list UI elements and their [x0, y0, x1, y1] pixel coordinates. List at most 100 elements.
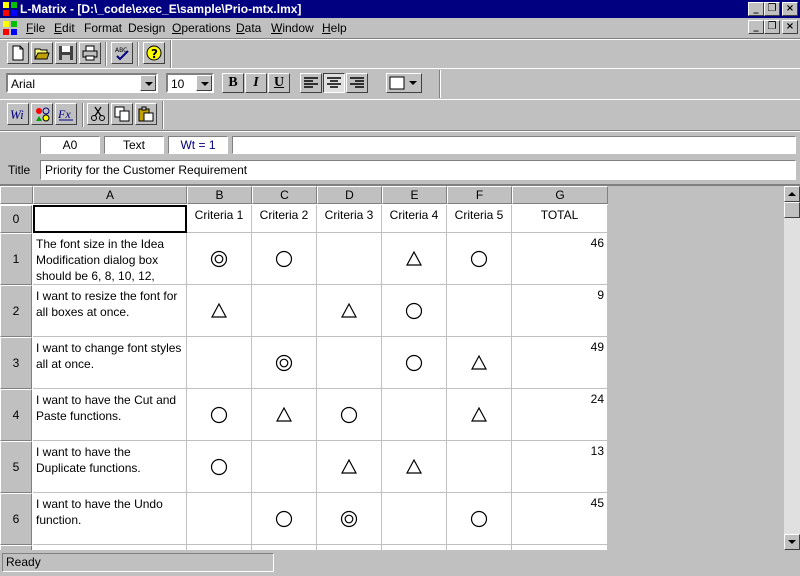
row-header[interactable]: 6 — [0, 493, 32, 545]
menu-file[interactable]: File — [26, 21, 45, 35]
matrix-cell[interactable] — [447, 337, 512, 389]
matrix-cell[interactable] — [187, 233, 252, 285]
child-restore-button[interactable]: ❐ — [764, 20, 780, 34]
align-right-button[interactable] — [346, 73, 368, 93]
matrix-cell[interactable] — [187, 389, 252, 441]
new-file-button[interactable] — [7, 42, 29, 64]
child-close-button[interactable]: × — [782, 20, 798, 34]
align-left-button[interactable] — [300, 73, 322, 93]
symbol-button[interactable] — [31, 103, 53, 125]
menu-help[interactable]: Help — [322, 21, 347, 35]
size-dropdown-arrow-icon[interactable] — [196, 75, 212, 91]
font-dropdown-arrow-icon[interactable] — [140, 75, 156, 91]
column-header-b[interactable]: B — [187, 186, 252, 204]
row-header[interactable]: 3 — [0, 337, 32, 389]
open-button[interactable] — [31, 42, 53, 64]
matrix-cell[interactable] — [317, 233, 382, 285]
child-minimize-button[interactable]: _ — [748, 20, 764, 34]
close-button[interactable]: × — [782, 2, 798, 16]
weight-field[interactable]: Wt = 1 — [168, 136, 228, 154]
app-icon[interactable] — [2, 1, 18, 17]
matrix-cell[interactable] — [382, 285, 447, 337]
matrix-cell[interactable] — [382, 389, 447, 441]
print-button[interactable] — [79, 42, 101, 64]
menu-window[interactable]: Window — [271, 21, 314, 35]
matrix-cell[interactable] — [382, 441, 447, 493]
spellcheck-button[interactable]: ABC — [111, 42, 133, 64]
color-picker-button[interactable] — [386, 73, 422, 93]
criteria-header-cell[interactable]: TOTAL — [512, 205, 608, 233]
selected-cell[interactable] — [33, 205, 187, 233]
criteria-header-cell[interactable]: Criteria 1 — [187, 205, 252, 233]
title-input[interactable]: Priority for the Customer Requirement — [40, 160, 796, 180]
matrix-cell[interactable] — [447, 441, 512, 493]
cell-type-field[interactable]: Text — [104, 136, 164, 154]
column-header-c[interactable]: C — [252, 186, 317, 204]
matrix-cell[interactable] — [187, 285, 252, 337]
column-header-g[interactable]: G — [512, 186, 608, 204]
matrix-cell[interactable] — [447, 233, 512, 285]
cell-reference-field[interactable]: A0 — [40, 136, 100, 154]
matrix-cell[interactable] — [382, 233, 447, 285]
requirement-cell[interactable]: The font size in the Idea Modification d… — [33, 233, 187, 285]
total-cell[interactable]: 9 — [512, 285, 608, 337]
matrix-cell[interactable] — [317, 285, 382, 337]
corner-header[interactable] — [0, 186, 33, 204]
criteria-header-cell[interactable]: Criteria 5 — [447, 205, 512, 233]
matrix-cell[interactable] — [187, 493, 252, 545]
menu-data[interactable]: Data — [236, 21, 261, 35]
matrix-cell[interactable] — [252, 493, 317, 545]
formula-field[interactable] — [232, 136, 796, 154]
formula-button[interactable]: Fx — [55, 103, 77, 125]
matrix-cell[interactable] — [382, 493, 447, 545]
restore-button[interactable]: ❐ — [764, 2, 780, 16]
matrix-cell[interactable] — [317, 337, 382, 389]
criteria-header-cell[interactable]: Criteria 2 — [252, 205, 317, 233]
matrix-cell[interactable] — [187, 441, 252, 493]
total-cell[interactable]: 45 — [512, 493, 608, 545]
column-header-a[interactable]: A — [33, 186, 187, 204]
column-header-e[interactable]: E — [382, 186, 447, 204]
italic-button[interactable]: I — [245, 73, 267, 93]
scroll-thumb[interactable] — [784, 202, 800, 218]
column-header-d[interactable]: D — [317, 186, 382, 204]
menu-format[interactable]: Format — [84, 21, 122, 35]
matrix-cell[interactable] — [382, 337, 447, 389]
criteria-header-cell[interactable]: Criteria 3 — [317, 205, 382, 233]
requirement-cell[interactable]: I want to have the Undo function. — [33, 493, 187, 545]
matrix-cell[interactable] — [252, 285, 317, 337]
document-icon[interactable] — [2, 20, 18, 36]
total-cell[interactable]: 13 — [512, 441, 608, 493]
cut-button[interactable] — [87, 103, 109, 125]
matrix-cell[interactable] — [187, 337, 252, 389]
menu-edit[interactable]: Edit — [54, 21, 75, 35]
matrix-cell[interactable] — [317, 441, 382, 493]
row-header[interactable]: 1 — [0, 233, 32, 285]
row-header[interactable]: 4 — [0, 389, 32, 441]
scroll-down-button[interactable] — [784, 534, 800, 550]
minimize-button[interactable]: _ — [748, 2, 764, 16]
requirement-cell[interactable]: I want to have the Cut and Paste functio… — [33, 389, 187, 441]
save-button[interactable] — [55, 42, 77, 64]
row-header[interactable]: 0 — [0, 205, 32, 233]
vertical-scrollbar[interactable] — [784, 186, 800, 550]
matrix-cell[interactable] — [447, 493, 512, 545]
requirement-cell[interactable]: I want to resize the font for all boxes … — [33, 285, 187, 337]
matrix-cell[interactable] — [252, 233, 317, 285]
matrix-cell[interactable] — [317, 389, 382, 441]
total-cell[interactable]: 46 — [512, 233, 608, 285]
weight-button[interactable]: Wi — [7, 103, 29, 125]
bold-button[interactable]: B — [222, 73, 244, 93]
align-center-button[interactable] — [323, 73, 345, 93]
matrix-cell[interactable] — [447, 285, 512, 337]
matrix-cell[interactable] — [447, 389, 512, 441]
matrix-cell[interactable] — [252, 389, 317, 441]
help-button[interactable]: ? — [143, 42, 165, 64]
matrix-cell[interactable] — [317, 493, 382, 545]
total-cell[interactable]: 24 — [512, 389, 608, 441]
row-header[interactable]: 5 — [0, 441, 32, 493]
menu-operations[interactable]: Operations — [172, 21, 231, 35]
total-cell[interactable]: 49 — [512, 337, 608, 389]
scroll-up-button[interactable] — [784, 186, 800, 202]
font-size-combo[interactable]: 10 — [166, 73, 214, 93]
